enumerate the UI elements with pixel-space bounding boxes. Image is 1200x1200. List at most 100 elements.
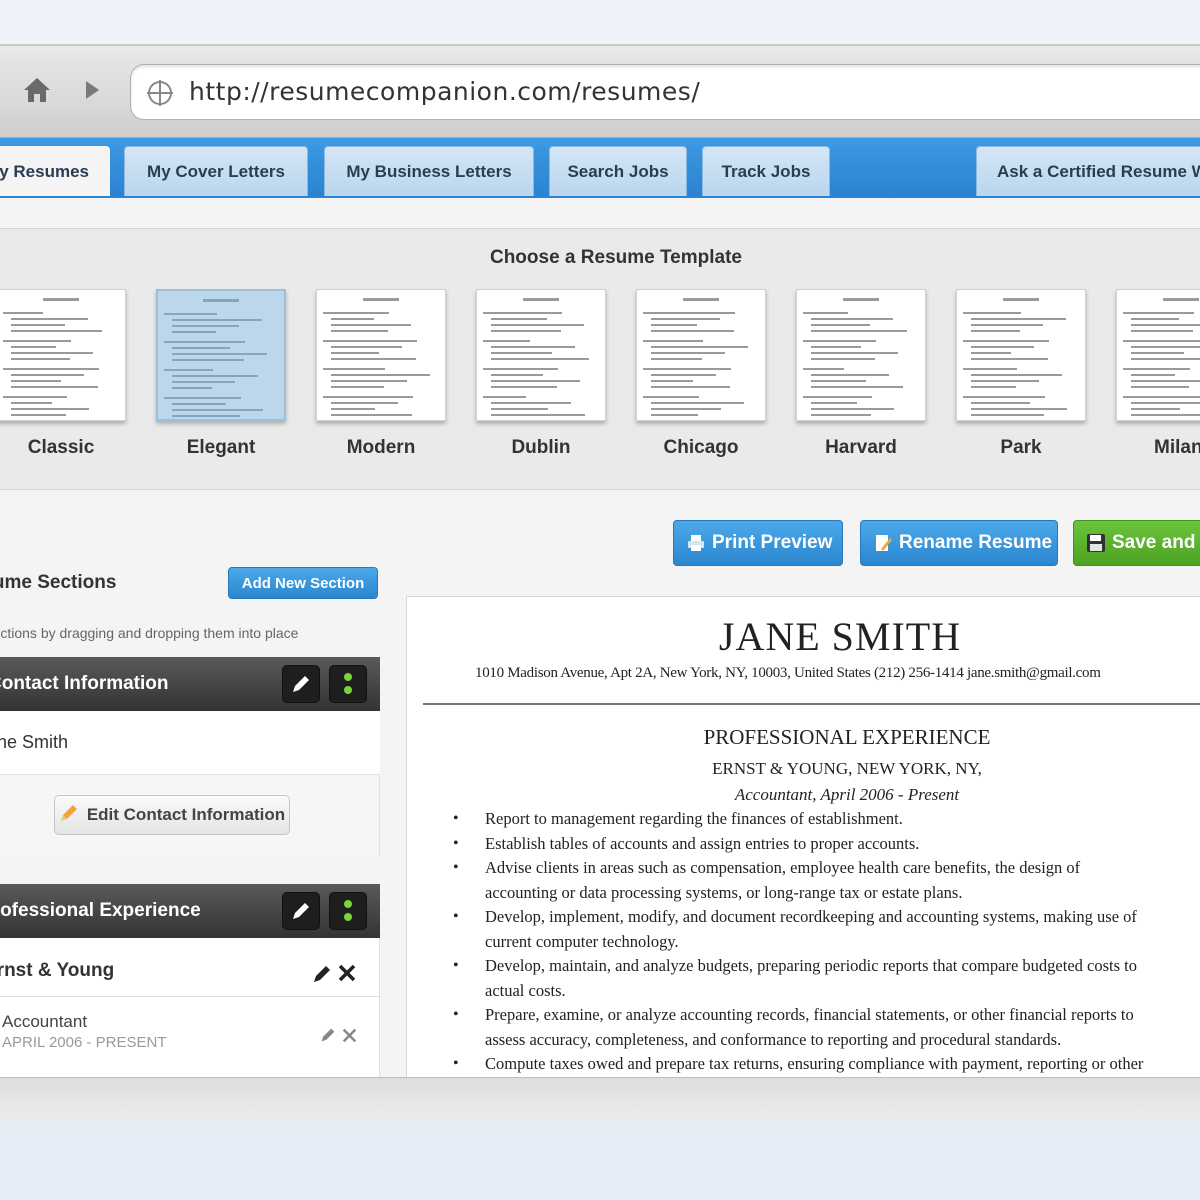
browser-window: http://resumecompanion.com/resumes/ My R… bbox=[0, 44, 1200, 1122]
thumb-text-line bbox=[1131, 358, 1200, 360]
thumb-text-line bbox=[651, 324, 697, 326]
tab-my-cover-letters[interactable]: My Cover Letters bbox=[124, 146, 308, 196]
experience-section-header[interactable]: Professional Experience bbox=[0, 884, 380, 938]
delete-role-x-icon[interactable] bbox=[342, 1026, 357, 1049]
template-thumb-park[interactable] bbox=[956, 289, 1086, 421]
resume-bullet-continuation: current computer technology. bbox=[485, 931, 679, 951]
thumb-text-line bbox=[3, 340, 71, 342]
contact-section-header[interactable]: Contact Information bbox=[0, 657, 380, 711]
thumb-text-line bbox=[11, 408, 89, 410]
template-thumb-dublin[interactable] bbox=[476, 289, 606, 421]
resume-bullet: Report to management regarding the finan… bbox=[453, 807, 1200, 832]
thumb-text-line bbox=[164, 313, 217, 315]
resume-preview: JANE SMITH 1010 Madison Avenue, Apt 2A, … bbox=[406, 596, 1200, 1122]
thumb-text-line bbox=[1123, 312, 1194, 314]
drag-handle-icon[interactable] bbox=[329, 665, 367, 703]
thumb-text-line bbox=[331, 346, 402, 348]
thumb-text-line bbox=[172, 415, 240, 417]
gallery-title: Choose a Resume Template bbox=[489, 247, 742, 268]
thumb-text-line bbox=[651, 402, 744, 404]
template-label-elegant[interactable]: Elegant bbox=[156, 437, 286, 459]
url-text[interactable]: http://resumecompanion.com/resumes/ bbox=[189, 77, 700, 106]
template-label-modern[interactable]: Modern bbox=[316, 437, 446, 459]
tab-search-jobs[interactable]: Search Jobs bbox=[549, 146, 687, 196]
tab-my-resumes[interactable]: My Resumes bbox=[0, 146, 110, 196]
drag-handle-icon[interactable] bbox=[329, 892, 367, 930]
thumb-text-line bbox=[971, 380, 1039, 382]
thumb-text-line bbox=[1123, 396, 1200, 398]
resume-bullet-continuation: accounting or data processing systems, o… bbox=[485, 882, 963, 902]
thumb-text-line bbox=[651, 374, 716, 376]
add-new-section-button[interactable]: Add New Section bbox=[228, 567, 378, 599]
template-thumb-chicago[interactable] bbox=[636, 289, 766, 421]
resume-role-line: Accountant, April 2006 - Present bbox=[734, 785, 960, 804]
tab-track-jobs[interactable]: Track Jobs bbox=[702, 146, 830, 196]
forward-arrow-icon[interactable] bbox=[82, 76, 102, 104]
template-label-harvard[interactable]: Harvard bbox=[796, 437, 926, 459]
template-label-dublin[interactable]: Dublin bbox=[476, 437, 606, 459]
thumb-text-line bbox=[651, 318, 720, 320]
thumb-text-line bbox=[331, 330, 388, 332]
experience-dates: APRIL 2006 - PRESENT bbox=[2, 1034, 167, 1051]
edit-role-pencil-icon[interactable] bbox=[320, 1026, 336, 1049]
thumb-text-line bbox=[491, 318, 547, 320]
template-label-classic[interactable]: Classic bbox=[0, 437, 126, 459]
template-thumb-modern[interactable] bbox=[316, 289, 446, 421]
thumb-text-line bbox=[491, 374, 543, 376]
template-label-park[interactable]: Park bbox=[956, 437, 1086, 459]
thumb-text-line bbox=[3, 368, 99, 370]
thumb-text-line bbox=[811, 386, 903, 388]
thumb-text-line bbox=[971, 352, 1011, 354]
template-thumb-classic[interactable] bbox=[0, 289, 126, 421]
print-preview-button[interactable]: Print Preview bbox=[673, 520, 843, 566]
thumb-text-line bbox=[11, 380, 61, 382]
thumb-text-line bbox=[11, 346, 56, 348]
rename-resume-button[interactable]: Rename Resume bbox=[860, 520, 1058, 566]
sections-hint: Sort sections by dragging and dropping t… bbox=[0, 625, 299, 641]
thumb-text-line bbox=[11, 358, 70, 360]
thumb-text-line bbox=[491, 324, 584, 326]
print-preview-label: Print Preview bbox=[712, 532, 833, 553]
thumb-title-line bbox=[523, 298, 559, 301]
template-label-chicago[interactable]: Chicago bbox=[636, 437, 766, 459]
thumb-text-line bbox=[164, 341, 245, 343]
thumb-text-line bbox=[651, 408, 721, 410]
save-and-download-button[interactable]: Save and Download bbox=[1073, 520, 1200, 566]
thumb-text-line bbox=[651, 330, 734, 332]
thumb-text-line bbox=[811, 380, 866, 382]
tab-my-business-letters[interactable]: My Business Letters bbox=[324, 146, 534, 196]
resume-bullet: Compute taxes owed and prepare tax retur… bbox=[453, 1052, 1200, 1077]
pencil-icon[interactable] bbox=[282, 892, 320, 930]
delete-entry-x-icon[interactable] bbox=[338, 964, 356, 988]
thumb-text-line bbox=[643, 340, 703, 342]
thumb-text-line bbox=[11, 386, 98, 388]
thumb-text-line bbox=[1131, 374, 1175, 376]
pencil-icon[interactable] bbox=[282, 665, 320, 703]
edit-contact-information-button[interactable]: Edit Contact Information bbox=[54, 795, 290, 835]
template-thumb-milan[interactable] bbox=[1116, 289, 1200, 421]
tab-ask-certified-writer[interactable]: Ask a Certified Resume Writer bbox=[976, 146, 1200, 196]
edit-entry-pencil-icon[interactable] bbox=[312, 964, 332, 990]
thumb-text-line bbox=[172, 403, 226, 405]
thumb-text-line bbox=[483, 396, 526, 398]
resume-contact-line: 1010 Madison Avenue, Apt 2A, New York, N… bbox=[475, 665, 1101, 681]
resume-bullet: Advise clients in areas such as compensa… bbox=[453, 856, 1200, 881]
edit-contact-information-label: Edit Contact Information bbox=[86, 805, 286, 824]
thumb-title-line bbox=[363, 298, 399, 301]
thumb-text-line bbox=[971, 358, 1048, 360]
address-bar[interactable]: http://resumecompanion.com/resumes/ bbox=[130, 64, 1200, 120]
thumb-text-line bbox=[651, 358, 702, 360]
home-icon[interactable] bbox=[22, 76, 52, 104]
thumb-text-line bbox=[323, 396, 413, 398]
thumb-text-line bbox=[643, 368, 731, 370]
thumb-text-line bbox=[331, 380, 407, 382]
thumb-text-line bbox=[811, 414, 871, 416]
thumb-text-line bbox=[172, 387, 212, 389]
thumb-text-line bbox=[651, 386, 730, 388]
template-label-milan[interactable]: Milan bbox=[1116, 437, 1200, 459]
template-thumb-harvard[interactable] bbox=[796, 289, 926, 421]
save-and-download-label: Save and Download bbox=[1112, 532, 1200, 553]
thumb-title-line bbox=[203, 299, 239, 302]
thumb-text-line bbox=[1131, 408, 1180, 410]
template-thumb-elegant[interactable] bbox=[156, 289, 286, 421]
